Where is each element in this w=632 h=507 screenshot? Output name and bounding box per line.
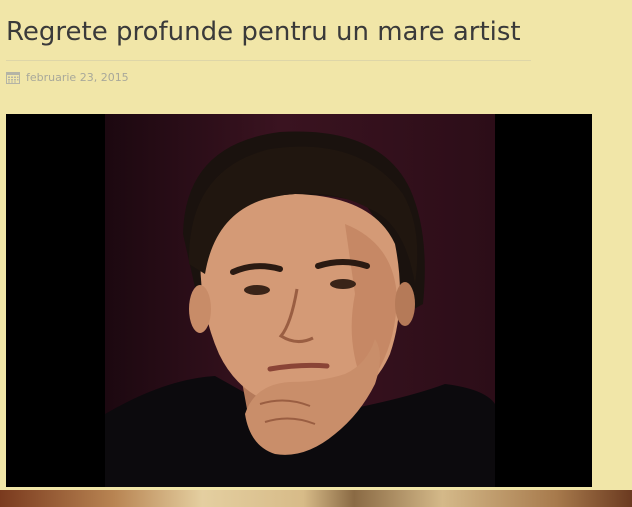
post-date[interactable]: februarie 23, 2015 <box>26 71 129 84</box>
featured-image[interactable] <box>6 114 592 487</box>
post-title[interactable]: Regrete profunde pentru un mare artist <box>6 14 521 50</box>
calendar-icon <box>6 71 20 84</box>
post-meta: februarie 23, 2015 <box>6 69 129 85</box>
title-divider <box>6 60 531 61</box>
portrait-photo <box>105 114 495 487</box>
next-post-image-strip[interactable] <box>0 490 632 507</box>
